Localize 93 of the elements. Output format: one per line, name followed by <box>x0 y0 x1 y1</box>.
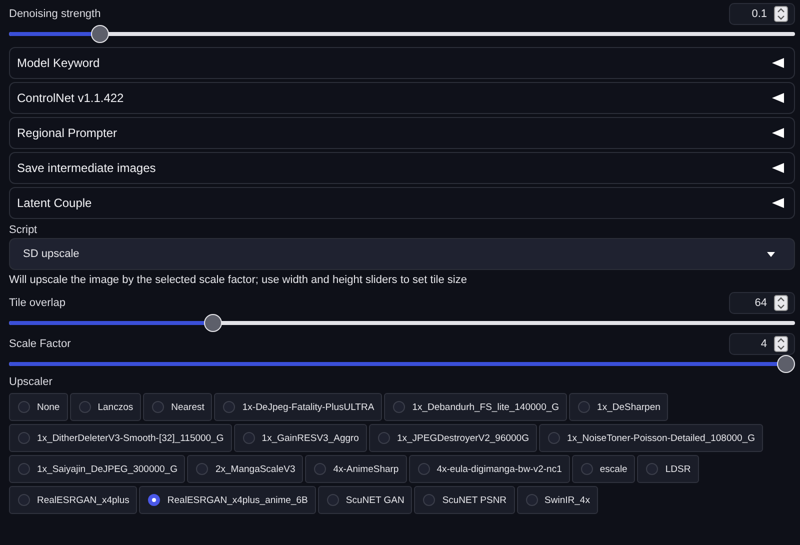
radio-label: None <box>37 402 60 412</box>
slider[interactable] <box>9 355 795 373</box>
radio-button[interactable] <box>78 401 91 413</box>
radio-option[interactable]: 2x_MangaScaleV3 <box>187 455 304 483</box>
radio-button[interactable] <box>242 432 255 444</box>
radio-option[interactable]: 1x_GainRESV3_Aggro <box>234 424 367 452</box>
radio-button[interactable] <box>326 494 339 506</box>
radio-option[interactable]: 1x_Debandurh_FS_lite_140000_G <box>384 393 568 421</box>
radio-label: 2x_MangaScaleV3 <box>215 464 296 474</box>
radio-option[interactable]: 1x-DeJpeg-Fatality-PlusULTRA <box>214 393 382 421</box>
radio-option[interactable]: None <box>9 393 68 421</box>
slider-thumb[interactable] <box>777 355 795 373</box>
slider[interactable] <box>9 25 795 43</box>
radio-label: Lanczos <box>98 402 134 412</box>
radio-button[interactable] <box>148 494 160 506</box>
radio-label: 1x_JPEGDestroyerV2_96000G <box>396 432 529 444</box>
radio-button[interactable] <box>526 494 538 506</box>
accordion-title: Save intermediate images <box>17 161 156 175</box>
spinner-icon <box>774 295 788 311</box>
accordion-title: Latent Couple <box>17 196 92 210</box>
radio-button[interactable] <box>196 463 208 475</box>
radio-label: RealESRGAN_x4plus <box>37 494 130 506</box>
accordion-header[interactable]: Model Keyword <box>9 47 795 79</box>
radio-option[interactable]: 1x_DitherDeleterV3-Smooth-[32]_115000_G <box>9 424 232 452</box>
radio-label: 1x_NoiseToner-Poisson-Detailed_108000_G <box>566 432 755 444</box>
radio-option[interactable]: ScuNET PSNR <box>414 486 515 514</box>
radio-option[interactable]: 1x_Saiyajin_DeJPEG_300000_G <box>9 455 186 483</box>
radio-option[interactable]: RealESRGAN_x4plus <box>9 486 138 514</box>
accordion-header[interactable]: Regional Prompter <box>9 117 795 149</box>
radio-label: 1x_Debandurh_FS_lite_140000_G <box>412 402 560 412</box>
number-field[interactable]: 64 <box>729 292 795 314</box>
radio-option[interactable]: Lanczos <box>70 393 142 421</box>
radio-option[interactable]: escale <box>572 455 636 483</box>
radio-label: 1x_DitherDeleterV3-Smooth-[32]_115000_G <box>37 432 224 444</box>
radio-label: 1x_Saiyajin_DeJPEG_300000_G <box>37 464 178 474</box>
radio-option[interactable]: ScuNET GAN <box>318 486 412 514</box>
description-text: Will upscale the image by the selected scale factor; use width and height sliders to set tile size <box>9 274 468 286</box>
radio-button[interactable] <box>152 401 164 413</box>
dropdown-label: Script <box>9 224 38 236</box>
radio-button[interactable] <box>646 463 658 475</box>
radio-button[interactable] <box>18 432 30 444</box>
spinner-icon <box>774 336 788 352</box>
slider-label: Tile overlap <box>9 297 66 309</box>
spinner-icon <box>774 6 788 22</box>
radio-option[interactable]: 1x_DeSharpen <box>569 393 668 421</box>
radio-label: 1x-DeJpeg-Fatality-PlusULTRA <box>242 402 374 412</box>
number-field[interactable]: 0.1 <box>729 3 795 25</box>
radio-label: 1x_GainRESV3_Aggro <box>262 432 359 444</box>
slider-label: Scale Factor <box>9 338 71 350</box>
radio-option[interactable]: LDSR <box>637 455 699 483</box>
slider-thumb[interactable] <box>204 314 222 332</box>
radio-label: SwinIR_4x <box>544 494 590 506</box>
accordion-header[interactable]: Save intermediate images <box>9 152 795 184</box>
radio-button[interactable] <box>314 463 326 475</box>
accordion-title: Regional Prompter <box>17 126 118 140</box>
radio-group-label: Upscaler <box>9 376 54 388</box>
radio-option[interactable]: SwinIR_4x <box>516 486 598 514</box>
radio-button[interactable] <box>18 463 30 475</box>
radio-button[interactable] <box>393 401 406 413</box>
number-field[interactable]: 4 <box>729 333 795 355</box>
radio-button[interactable] <box>418 463 430 475</box>
radio-option[interactable]: 1x_NoiseToner-Poisson-Detailed_108000_G <box>538 424 763 452</box>
radio-label: 4x-eula-digimanga-bw-v2-nc1 <box>436 464 562 474</box>
accordion-header[interactable]: Latent Couple <box>9 187 795 219</box>
accordion-title: ControlNet v1.1.422 <box>17 91 124 105</box>
radio-label: ScuNET GAN <box>346 494 404 506</box>
radio-button[interactable] <box>423 494 436 506</box>
radio-button[interactable] <box>578 401 590 413</box>
radio-button[interactable] <box>548 432 560 444</box>
radio-button[interactable] <box>18 401 30 413</box>
radio-option[interactable]: 4x-AnimeSharp <box>305 455 407 483</box>
radio-label: Nearest <box>171 402 204 412</box>
radio-option[interactable]: 1x_JPEGDestroyerV2_96000G <box>368 424 537 452</box>
slider-thumb[interactable] <box>91 25 110 43</box>
radio-option[interactable]: 4x-eula-digimanga-bw-v2-nc1 <box>408 455 570 483</box>
radio-label: escale <box>600 464 628 474</box>
radio-button[interactable] <box>18 494 30 506</box>
radio-option[interactable]: Nearest <box>143 393 212 421</box>
radio-label: RealESRGAN_x4plus_anime_6B <box>167 494 308 506</box>
radio-label: 1x_DeSharpen <box>597 402 660 412</box>
radio-button[interactable] <box>223 401 236 413</box>
radio-label: 4x-AnimeSharp <box>333 464 399 474</box>
slider[interactable] <box>9 314 795 332</box>
script-dropdown[interactable]: SD upscale <box>9 238 795 270</box>
slider-label: Denoising strength <box>9 8 101 20</box>
radio-label: LDSR <box>665 464 691 474</box>
caret-icon <box>767 252 775 256</box>
radio-button[interactable] <box>378 432 390 444</box>
accordion-header[interactable]: ControlNet v1.1.422 <box>9 82 795 114</box>
radio-button[interactable] <box>580 463 593 475</box>
radio-label: ScuNET PSNR <box>442 494 507 506</box>
accordion-title: Model Keyword <box>17 56 100 70</box>
radio-option[interactable]: RealESRGAN_x4plus_anime_6B <box>139 486 316 514</box>
